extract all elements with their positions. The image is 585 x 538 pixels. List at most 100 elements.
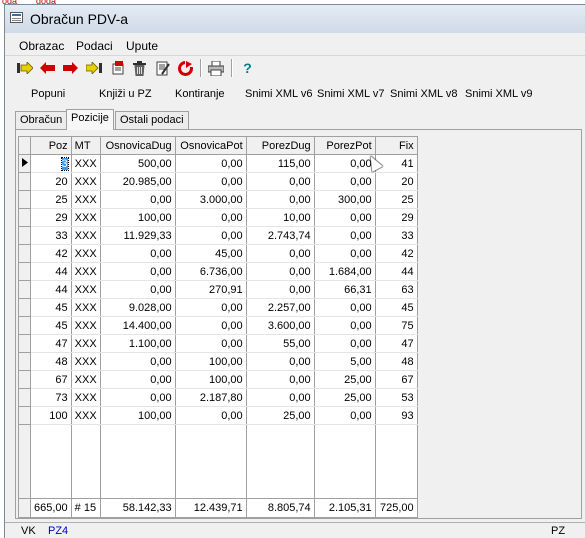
table-row[interactable]: 42 XXX 0,00 45,00 0,00 0,00 42 [18, 244, 418, 263]
cell-osnovica-dug[interactable]: 0,00 [99, 190, 176, 209]
cell-fix[interactable]: 48 [374, 352, 418, 371]
cell-fix[interactable]: 93 [374, 406, 418, 425]
cell-poz[interactable]: 48 [30, 352, 72, 371]
cell-porez-dug[interactable]: 0,00 [245, 244, 315, 263]
delete-icon[interactable] [130, 59, 149, 77]
cell-osnovica-dug[interactable]: 100,00 [99, 208, 176, 227]
cell-fix[interactable]: 20 [374, 172, 418, 191]
next-record-icon[interactable] [61, 59, 80, 77]
cell-poz[interactable]: 44 [30, 280, 72, 299]
table-row[interactable]: 73 XXX 0,00 2.187,80 0,00 25,00 53 [18, 388, 418, 407]
cell-mt[interactable]: XXX [70, 406, 101, 425]
cell-porez-dug[interactable]: 0,00 [245, 370, 315, 389]
cell-porez-dug[interactable]: 2.743,74 [245, 226, 315, 245]
cell-porez-dug[interactable]: 3.600,00 [245, 316, 315, 335]
cell-osnovica-pot[interactable]: 0,00 [174, 226, 247, 245]
table-row[interactable]: 33 XXX 11.929,33 0,00 2.743,74 0,00 33 [18, 226, 418, 245]
cell-osnovica-dug[interactable]: 1.100,00 [99, 334, 176, 353]
cell-poz[interactable]: 45 [30, 298, 72, 317]
cell-porez-pot[interactable]: 0,00 [313, 316, 376, 335]
cell-fix[interactable]: 33 [374, 226, 418, 245]
cell-mt[interactable]: XXX [70, 316, 101, 335]
cell-osnovica-dug[interactable]: 100,00 [99, 406, 176, 425]
selected-cell-value[interactable]: 3 [60, 156, 69, 171]
cell-mt[interactable]: XXX [70, 334, 101, 353]
column-header-osnovica-pot[interactable]: OsnovicaPot [174, 136, 247, 155]
cell-mt[interactable]: XXX [70, 244, 101, 263]
last-record-icon[interactable] [84, 59, 103, 77]
cell-poz[interactable]: 47 [30, 334, 72, 353]
cell-mt[interactable]: XXX [70, 388, 101, 407]
cell-mt[interactable]: XXX [70, 154, 101, 173]
column-header-fix[interactable]: Fix [374, 136, 418, 155]
cell-osnovica-dug[interactable]: 0,00 [99, 262, 176, 281]
cell-poz[interactable]: 100 [30, 406, 72, 425]
cell-osnovica-pot[interactable]: 2.187,80 [174, 388, 247, 407]
cell-porez-dug[interactable]: 0,00 [245, 172, 315, 191]
table-row[interactable]: 3 XXX 500,00 0,00 115,00 0,00 41 [18, 154, 418, 173]
xml-v7-button[interactable]: Snimi XML v7 [317, 88, 384, 100]
cell-porez-pot[interactable]: 0,00 [313, 406, 376, 425]
knjizi-button[interactable]: Knjiži u PZ [99, 88, 152, 100]
cell-mt[interactable]: XXX [70, 298, 101, 317]
cell-osnovica-pot[interactable]: 100,00 [174, 352, 247, 371]
cell-poz[interactable]: 20 [30, 172, 72, 191]
cell-fix[interactable]: 25 [374, 190, 418, 209]
column-header-porez-pot[interactable]: PorezPot [313, 136, 376, 155]
cell-osnovica-dug[interactable]: 500,00 [99, 154, 176, 173]
cell-osnovica-pot[interactable]: 0,00 [174, 208, 247, 227]
table-row[interactable]: 44 XXX 0,00 270,91 0,00 66,31 63 [18, 280, 418, 299]
cell-osnovica-pot[interactable]: 270,91 [174, 280, 247, 299]
cell-poz[interactable]: 73 [30, 388, 72, 407]
cell-osnovica-pot[interactable]: 0,00 [174, 406, 247, 425]
column-header-osnovica-dug[interactable]: OsnovicaDug [99, 136, 176, 155]
status-pz4[interactable]: PZ4 [48, 525, 68, 537]
previous-record-icon[interactable] [38, 59, 57, 77]
cell-poz[interactable]: 29 [30, 208, 72, 227]
cell-poz[interactable]: 44 [30, 262, 72, 281]
cell-osnovica-pot[interactable]: 45,00 [174, 244, 247, 263]
cell-porez-dug[interactable]: 0,00 [245, 190, 315, 209]
cell-mt[interactable]: XXX [70, 262, 101, 281]
menu-obrazac[interactable]: Obrazac [19, 39, 64, 53]
table-row[interactable]: 45 XXX 14.400,00 0,00 3.600,00 0,00 75 [18, 316, 418, 335]
cell-porez-pot[interactable]: 0,00 [313, 244, 376, 263]
cell-osnovica-dug[interactable]: 20.985,00 [99, 172, 176, 191]
table-row[interactable]: 67 XXX 0,00 100,00 0,00 25,00 67 [18, 370, 418, 389]
cell-porez-dug[interactable]: 2.257,00 [245, 298, 315, 317]
cell-osnovica-dug[interactable]: 0,00 [99, 280, 176, 299]
kontiranje-button[interactable]: Kontiranje [175, 88, 225, 100]
cell-porez-pot[interactable]: 0,00 [313, 298, 376, 317]
edit-icon[interactable] [153, 59, 172, 77]
cell-fix[interactable]: 53 [374, 388, 418, 407]
cell-porez-dug[interactable]: 0,00 [245, 388, 315, 407]
cell-mt[interactable]: XXX [70, 280, 101, 299]
cell-porez-pot[interactable]: 1.684,00 [313, 262, 376, 281]
column-header-porez-dug[interactable]: PorezDug [245, 136, 315, 155]
cell-fix[interactable]: 29 [374, 208, 418, 227]
cell-mt[interactable]: XXX [70, 370, 101, 389]
table-row[interactable]: 45 XXX 9.028,00 0,00 2.257,00 0,00 45 [18, 298, 418, 317]
cell-osnovica-dug[interactable]: 14.400,00 [99, 316, 176, 335]
table-row[interactable]: 44 XXX 0,00 6.736,00 0,00 1.684,00 44 [18, 262, 418, 281]
xml-v9-button[interactable]: Snimi XML v9 [465, 88, 532, 100]
first-record-icon[interactable] [15, 59, 34, 77]
cell-osnovica-dug[interactable]: 0,00 [99, 352, 176, 371]
table-row[interactable]: 100 XXX 100,00 0,00 25,00 0,00 93 [18, 406, 418, 425]
cell-fix[interactable]: 47 [374, 334, 418, 353]
tab-ostali-podaci[interactable]: Ostali podaci [115, 111, 189, 129]
cell-porez-dug[interactable]: 0,00 [245, 352, 315, 371]
cell-poz[interactable]: 67 [30, 370, 72, 389]
cell-porez-pot[interactable]: 300,00 [313, 190, 376, 209]
cell-poz[interactable]: 33 [30, 226, 72, 245]
xml-v6-button[interactable]: Snimi XML v6 [245, 88, 312, 100]
cell-osnovica-dug[interactable]: 0,00 [99, 244, 176, 263]
cell-fix[interactable]: 63 [374, 280, 418, 299]
cell-poz[interactable]: 45 [30, 316, 72, 335]
table-row[interactable]: 25 XXX 0,00 3.000,00 0,00 300,00 25 [18, 190, 418, 209]
cell-osnovica-dug[interactable]: 0,00 [99, 388, 176, 407]
tab-pozicije[interactable]: Pozicije [66, 109, 114, 130]
column-header-mt[interactable]: MT [70, 136, 101, 155]
cell-porez-pot[interactable]: 25,00 [313, 388, 376, 407]
table-row[interactable]: 47 XXX 1.100,00 0,00 55,00 0,00 47 [18, 334, 418, 353]
